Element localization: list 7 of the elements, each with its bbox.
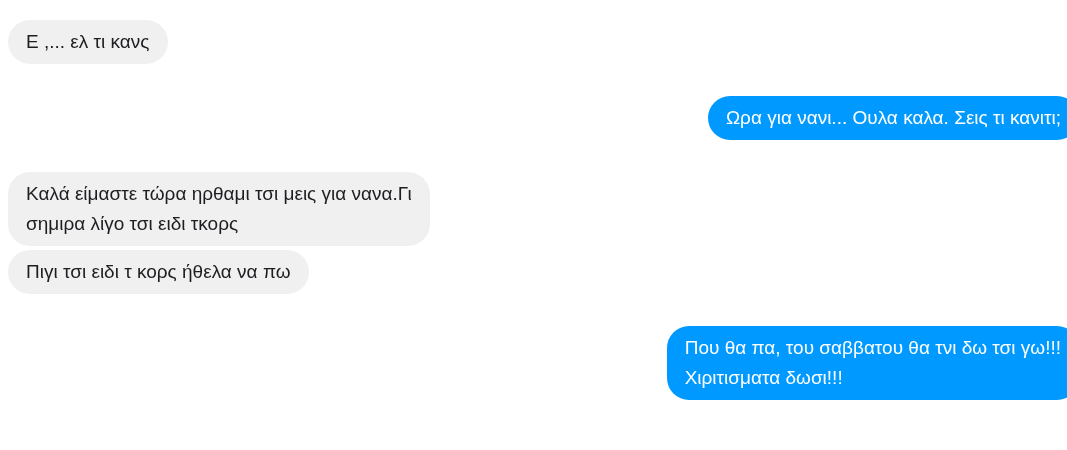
message-text: Χιριτισματα δωσι!!! [684,366,844,390]
message-text: Ωρα για νανι... Ουλα καλα. Σεις τι κανιτι; [725,106,1061,130]
message-text: σημιρα λίγο τσι ειδι τκορς [26,212,240,236]
message-text: Που θα πα, του σαββατου θα τνι δω τσι γω!!! [684,336,1061,360]
message-text: Καλά είμαστε τώρα ηρθαμι τσι μεις για νανα.Γι [26,182,412,206]
message-text: Πιγι τσι ειδι τ κορς ήθελα να πω [26,260,291,284]
message-text: Ε ,... ελ τι κανς [26,30,150,54]
